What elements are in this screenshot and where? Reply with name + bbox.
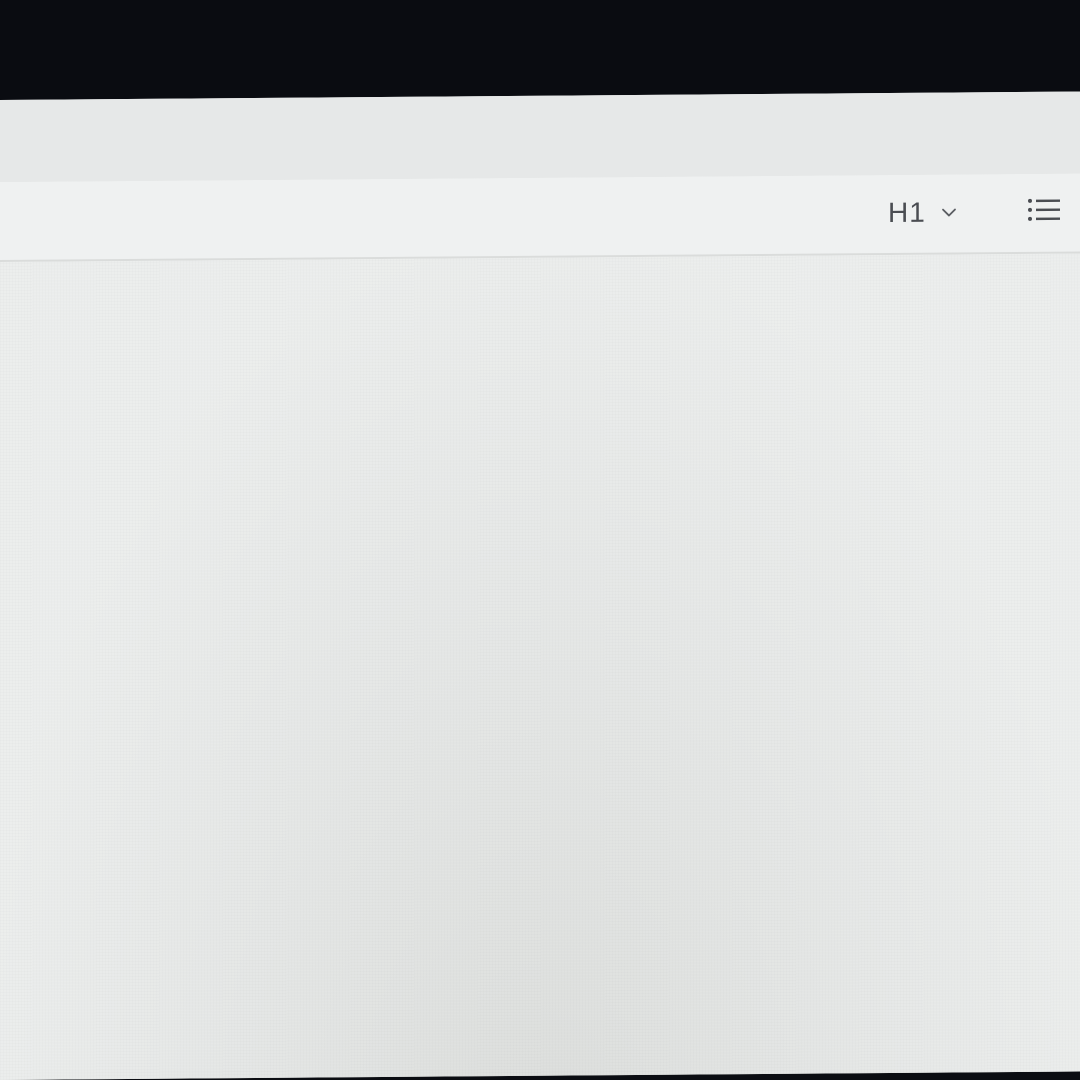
app-header-bar [0, 91, 1080, 183]
editor-toolbar: H1 [0, 173, 1080, 262]
bulleted-list-button[interactable] [1024, 190, 1064, 230]
heading-level-dropdown[interactable]: H1 [888, 194, 958, 231]
chevron-down-icon [940, 203, 958, 221]
heading-level-value: H1 [888, 196, 926, 229]
app-window: H1 [0, 91, 1080, 1080]
bulleted-list-icon [1024, 198, 1064, 234]
document-editor-area[interactable] [0, 253, 1080, 1080]
